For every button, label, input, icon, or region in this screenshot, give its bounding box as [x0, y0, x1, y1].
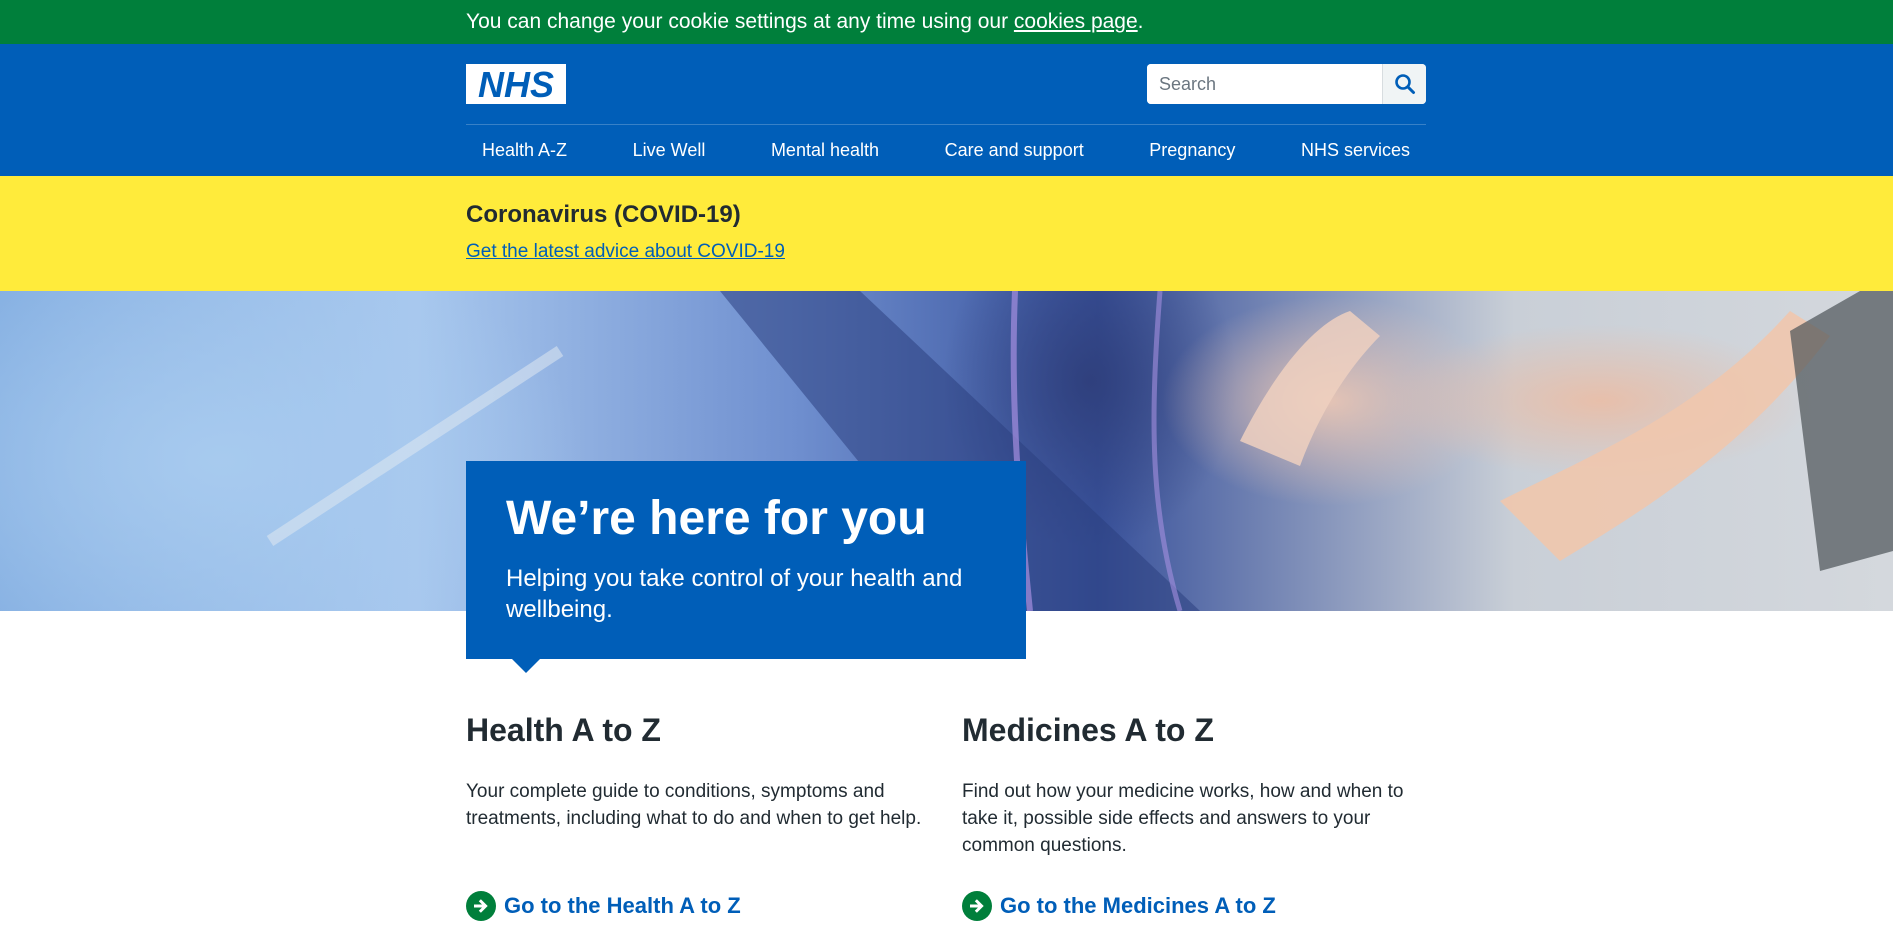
card-description: Find out how your medicine works, how an…	[962, 781, 1404, 856]
nav-item-live-well[interactable]: Live Well	[633, 140, 706, 161]
hero-lead-text: Helping you take control of your health …	[506, 565, 963, 623]
search-form	[1147, 64, 1426, 104]
arrow-right-circle-icon	[466, 891, 496, 921]
hero-title: We’re here for you	[506, 492, 927, 545]
search-button[interactable]	[1382, 64, 1426, 104]
cookie-text-after: .	[1137, 10, 1144, 33]
arrow-right-circle-icon	[962, 891, 992, 921]
card-description: Your complete guide to conditions, sympt…	[466, 781, 922, 829]
nhs-logo[interactable]: NHS	[466, 64, 566, 105]
card-title: Health A to Z	[466, 712, 661, 748]
nhs-logo-text: NHS	[478, 64, 554, 104]
search-icon	[1394, 74, 1415, 94]
go-to-health-a-to-z-link[interactable]: Go to the Health A to Z	[466, 891, 741, 921]
nav-item-nhs-services[interactable]: NHS services	[1301, 140, 1410, 161]
nav-item-care-and-support[interactable]: Care and support	[945, 140, 1084, 161]
action-link-label: Go to the Medicines A to Z	[1000, 893, 1276, 918]
covid-advice-link[interactable]: Get the latest advice about COVID-19	[466, 240, 785, 264]
covid-banner-title: Coronavirus (COVID-19)	[466, 201, 741, 228]
nav-item-health-a-z[interactable]: Health A-Z	[482, 140, 567, 161]
covid-alert-banner: Coronavirus (COVID-19) Get the latest ad…	[0, 176, 1893, 291]
site-header: NHS Health A-Z Live Well Mental health C…	[0, 44, 1893, 176]
cookie-message: You can change your cookie settings at a…	[466, 10, 1144, 34]
nav-item-mental-health[interactable]: Mental health	[771, 140, 879, 161]
card-title: Medicines A to Z	[962, 712, 1214, 748]
search-input[interactable]	[1147, 64, 1379, 104]
hero-panel: We’re here for you Helping you take cont…	[466, 461, 1026, 673]
action-link-label: Go to the Health A to Z	[504, 893, 741, 918]
primary-navigation: Health A-Z Live Well Mental health Care …	[466, 125, 1426, 176]
nav-item-pregnancy[interactable]: Pregnancy	[1149, 140, 1235, 161]
nhs-logo-icon: NHS	[466, 64, 566, 105]
cookie-banner: You can change your cookie settings at a…	[0, 0, 1893, 44]
cookie-text-before: You can change your cookie settings at a…	[466, 10, 1014, 33]
go-to-medicines-a-to-z-link[interactable]: Go to the Medicines A to Z	[962, 891, 1276, 921]
cookies-page-link[interactable]: cookies page	[1014, 10, 1138, 33]
